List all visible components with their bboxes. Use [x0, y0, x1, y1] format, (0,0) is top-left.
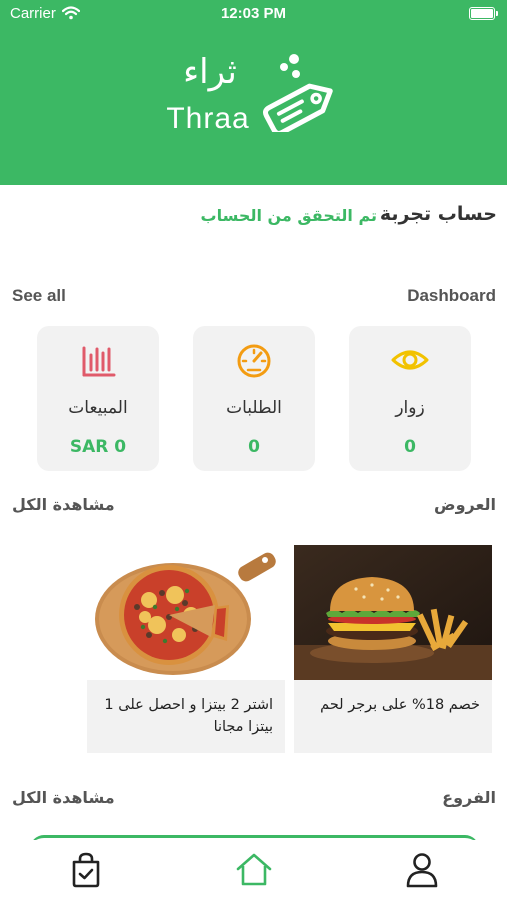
offer-text-pizza: اشتر 2 بيتزا و احصل على 1 بيتزا مجانا	[87, 680, 285, 753]
app-header: Carrier 12:03 PM ثراء Thraa	[0, 0, 507, 185]
bar-chart-icon	[82, 346, 116, 377]
eye-icon	[391, 350, 429, 370]
account-verified-status: تم التحقق من الحساب	[200, 206, 377, 225]
stat-value-orders: 0	[248, 437, 260, 457]
burger-image	[294, 545, 492, 680]
stat-card-visitors[interactable]: زوار 0	[349, 326, 471, 471]
orders-bag-icon[interactable]	[66, 850, 106, 890]
home-icon[interactable]	[234, 850, 274, 890]
brand-name-english: Thraa	[166, 102, 250, 135]
speedometer-icon	[237, 344, 271, 378]
stat-card-orders[interactable]: الطلبات 0	[193, 326, 315, 471]
status-bar: Carrier 12:03 PM	[0, 0, 507, 28]
stat-value-visitors: 0	[404, 437, 416, 457]
account-name: حساب تجربة	[379, 203, 497, 225]
pizza-image	[87, 545, 285, 680]
profile-icon[interactable]	[402, 850, 442, 890]
bottom-tab-bar	[0, 840, 507, 900]
stat-label-sales: المبيعات	[68, 398, 128, 418]
dashboard-see-all-link[interactable]: See all	[12, 286, 66, 306]
offer-text-burger: خصم 18% على برجر لحم	[294, 680, 492, 753]
offers-title: العروض	[434, 495, 496, 514]
brand-name-arabic: ثراء	[183, 52, 237, 92]
battery-icon	[469, 7, 498, 20]
stat-value-sales: SAR 0	[69, 437, 127, 457]
stat-label-orders: الطلبات	[226, 398, 282, 418]
offer-card-burger[interactable]: خصم 18% على برجر لحم	[294, 545, 492, 753]
brand-tag-logo-icon	[262, 54, 333, 132]
status-time: 12:03 PM	[220, 5, 287, 22]
branches-title: الفروع	[442, 788, 496, 807]
dashboard-title: Dashboard	[407, 286, 496, 305]
stat-card-sales[interactable]: المبيعات SAR 0	[37, 326, 159, 471]
branches-see-all-link[interactable]: مشاهدة الكل	[12, 788, 115, 807]
stat-label-visitors: زوار	[395, 398, 425, 418]
offers-see-all-link[interactable]: مشاهدة الكل	[12, 495, 115, 514]
offer-card-pizza[interactable]: اشتر 2 بيتزا و احصل على 1 بيتزا مجانا	[87, 545, 285, 753]
